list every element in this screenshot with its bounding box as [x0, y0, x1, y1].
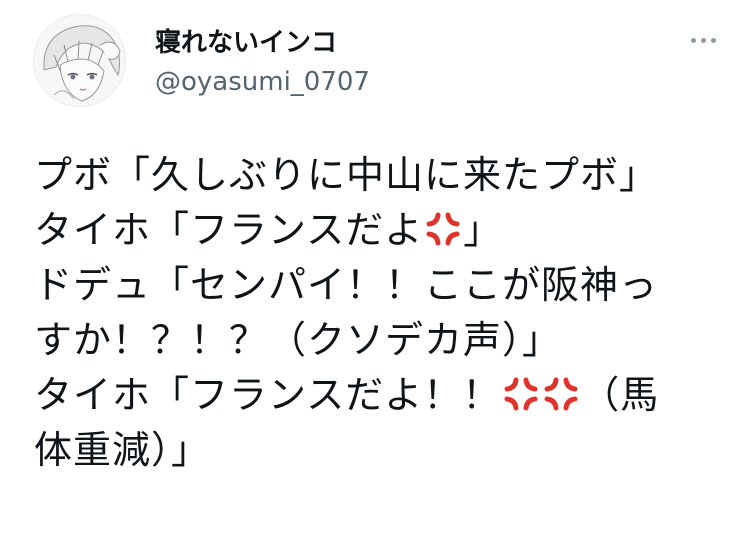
- anger-symbol-icon: [426, 212, 460, 246]
- user-handle[interactable]: @oyasumi_0707: [155, 66, 370, 98]
- tweet-header: 寝れないインコ @oyasumi_0707: [33, 14, 723, 107]
- more-horizontal-icon: [700, 37, 706, 43]
- tweet-line: タイホ「フランスだよ」: [34, 203, 724, 258]
- tweet-line-text: （馬: [581, 373, 660, 417]
- tweet-line-text: タイホ「フランスだよ！！: [34, 373, 502, 417]
- tweet-line: タイホ「フランスだよ！！ （馬: [34, 368, 724, 423]
- more-horizontal-icon: [690, 37, 696, 43]
- tweet-line-text: 体重減）」: [34, 428, 211, 472]
- tweet-card: 寝れないインコ @oyasumi_0707 プボ「久しぶりに中山に来たプボ」 タイ…: [0, 0, 750, 555]
- more-horizontal-icon: [710, 37, 716, 43]
- tweet-line-text: すか！？！？（クソデカ声）」: [34, 318, 562, 362]
- tweet-text: プボ「久しぶりに中山に来たプボ」 タイホ「フランスだよ」ドデュ「センパイ！！ここが…: [34, 148, 724, 478]
- more-options-button[interactable]: [683, 26, 723, 54]
- tweet-line-text: 」: [463, 208, 503, 252]
- tweet-line: プボ「久しぶりに中山に来たプボ」: [34, 148, 724, 203]
- anger-symbol-icon: [504, 377, 538, 411]
- tweet-line: すか！？！？（クソデカ声）」: [34, 313, 724, 368]
- tweet-line-text: タイホ「フランスだよ: [34, 208, 424, 252]
- avatar-illustration-icon: [34, 15, 125, 106]
- tweet-line-text: プボ「久しぶりに中山に来たプボ」: [34, 153, 659, 197]
- avatar[interactable]: [33, 14, 126, 107]
- tweet-line: 体重減）」: [34, 423, 724, 478]
- tweet-line: ドデュ「センパイ！！ここが阪神っ: [34, 258, 724, 313]
- tweet-line-text: ドデュ「センパイ！！ここが阪神っ: [34, 263, 659, 307]
- anger-symbol-icon: [544, 377, 578, 411]
- display-name[interactable]: 寝れないインコ: [155, 27, 337, 59]
